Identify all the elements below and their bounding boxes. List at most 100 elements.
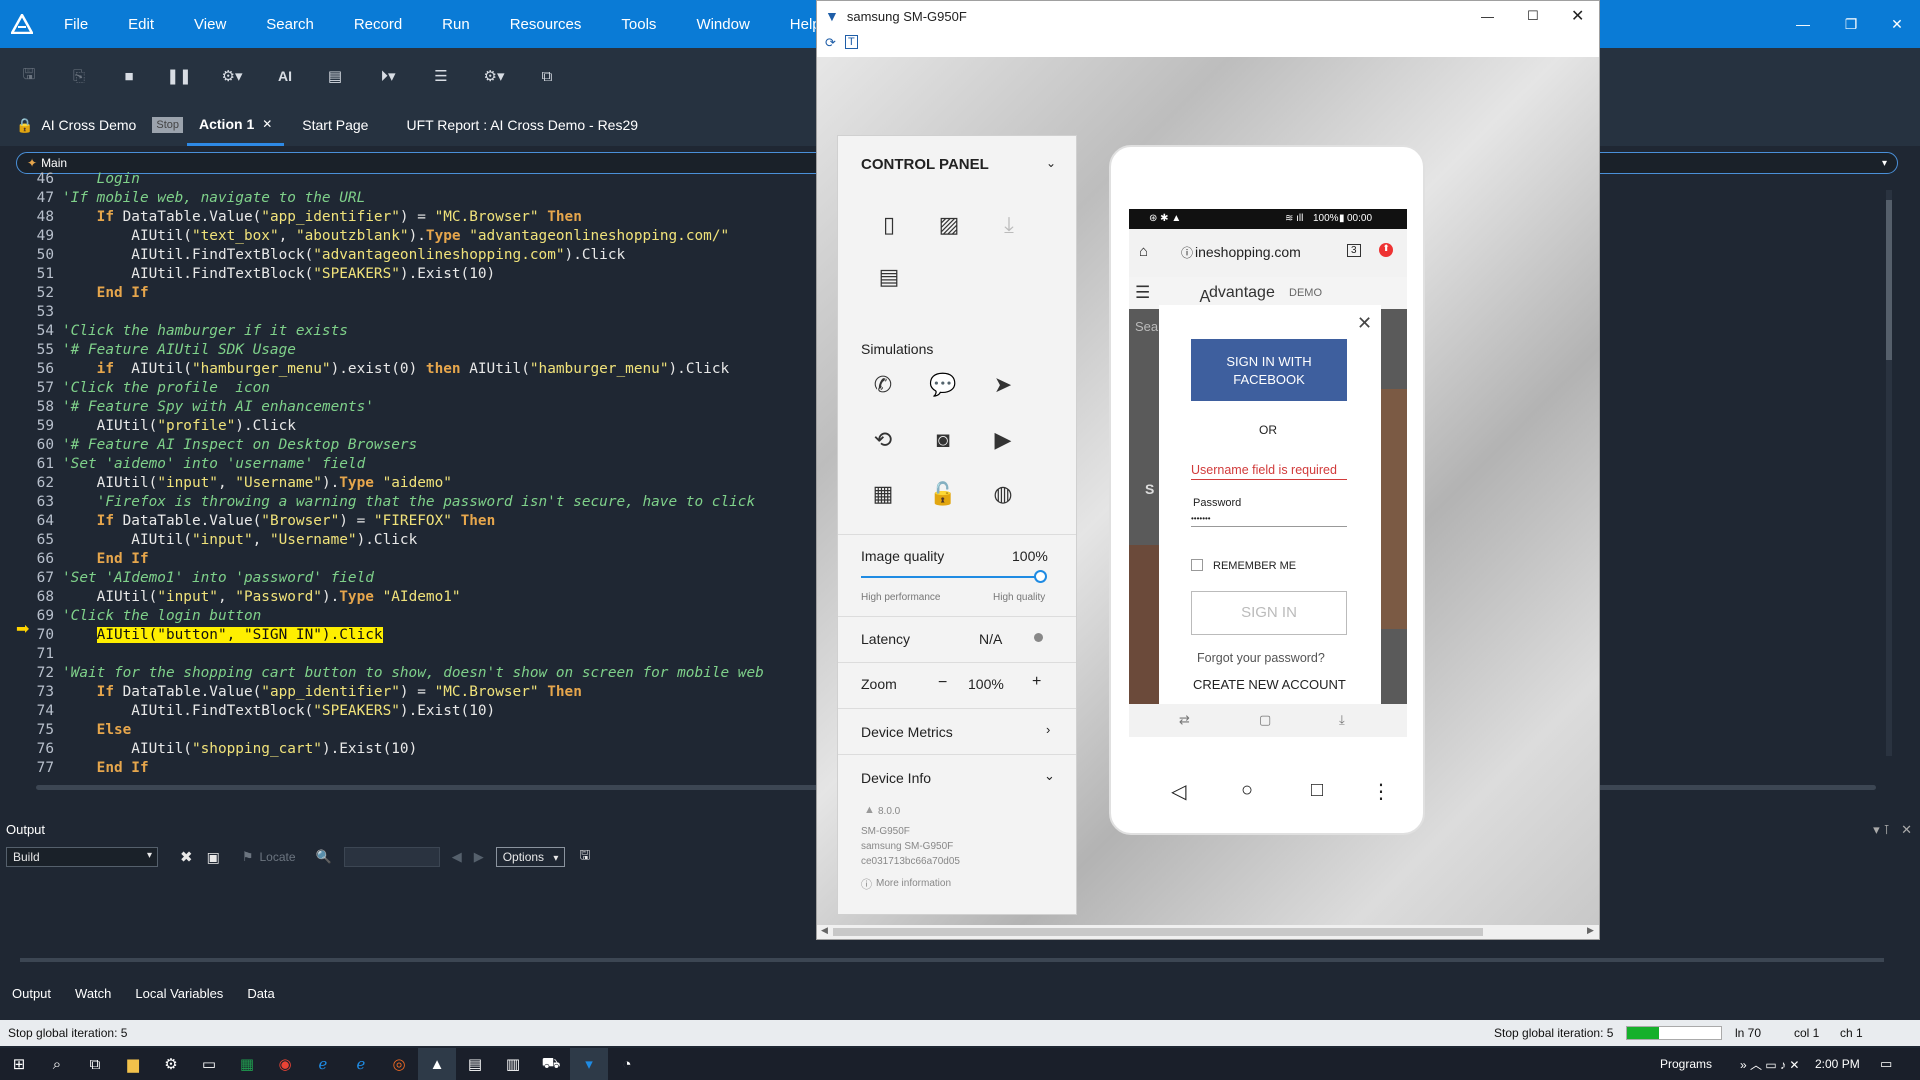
code-line[interactable]: 65 AIUtil("input", "Username").Click: [16, 531, 816, 550]
code-line[interactable]: 70 AIUtil("button", "SIGN IN").Click: [16, 626, 816, 645]
copy-icon[interactable]: ▣: [207, 849, 220, 866]
close-panel-icon[interactable]: ✕: [1901, 822, 1912, 838]
device-info-section[interactable]: Device Info: [861, 770, 931, 786]
qr-code-icon[interactable]: ▦: [868, 479, 898, 509]
chrome-icon[interactable]: ◉: [266, 1048, 304, 1080]
output-search-input[interactable]: [343, 847, 440, 867]
tray-icons[interactable]: » ︿ ▭ ♪ ✕: [1740, 1056, 1799, 1073]
network-app-icon[interactable]: ▤: [456, 1048, 494, 1080]
code-line[interactable]: 48 If DataTable.Value("app_identifier") …: [16, 208, 816, 227]
locate-button[interactable]: Locate: [259, 850, 295, 864]
hamburger-icon[interactable]: ☰: [1135, 283, 1150, 303]
tab-report[interactable]: UFT Report : AI Cross Demo - Res29: [380, 104, 650, 146]
location-icon[interactable]: ➤: [988, 370, 1018, 400]
code-line[interactable]: 57 'Click the profile icon: [16, 379, 816, 398]
code-line[interactable]: 46 Login: [16, 170, 816, 189]
clock-app-icon[interactable]: ◔: [608, 1048, 646, 1080]
mobile-center-icon[interactable]: ▾: [570, 1048, 608, 1080]
code-line[interactable]: 49 AIUtil("text_box", "aboutzblank").Typ…: [16, 227, 816, 246]
tabs-count-button[interactable]: 3: [1347, 244, 1361, 257]
back-browser-icon[interactable]: ⇄: [1179, 712, 1190, 728]
save-icon[interactable]: 🖫: [14, 61, 44, 91]
clear-icon[interactable]: ✖: [180, 848, 193, 866]
window-icon[interactable]: ⧉: [532, 61, 562, 91]
zoom-in-button[interactable]: +: [1032, 673, 1041, 691]
pin-icon[interactable]: ▾ ⊺: [1873, 822, 1890, 838]
code-line[interactable]: 59 AIUtil("profile").Click: [16, 417, 816, 436]
more-information-link[interactable]: More information: [876, 878, 951, 889]
password-field[interactable]: •••••••: [1191, 509, 1347, 527]
phone-call-icon[interactable]: ✆: [868, 370, 898, 400]
app-icon[interactable]: ⚙: [152, 1048, 190, 1080]
chevron-down-icon[interactable]: ⌄: [1044, 768, 1055, 784]
stop-button[interactable]: ■: [114, 61, 144, 91]
bottom-tab-local-variables[interactable]: Local Variables: [123, 986, 235, 1001]
ie-icon[interactable]: ℯ: [304, 1048, 342, 1080]
zoom-out-button[interactable]: −: [938, 674, 947, 692]
code-line[interactable]: 66 End If: [16, 550, 816, 569]
menu-resources[interactable]: Resources: [490, 16, 602, 33]
url-bar[interactable]: ineshopping.com: [1195, 244, 1301, 260]
code-line[interactable]: 55 '# Feature AIUtil SDK Usage: [16, 341, 816, 360]
minimize-icon[interactable]: —: [1780, 0, 1826, 48]
minimize-icon[interactable]: —: [1481, 9, 1494, 24]
home-button-icon[interactable]: ○: [1241, 779, 1253, 802]
list-icon[interactable]: ☰: [426, 61, 456, 91]
download-icon[interactable]: ⤓: [1339, 712, 1345, 728]
menu-edit[interactable]: Edit: [108, 16, 174, 33]
code-line[interactable]: 69 'Click the login button: [16, 607, 816, 626]
menu-view[interactable]: View: [174, 16, 246, 33]
image-icon[interactable]: ▨: [934, 210, 964, 240]
code-line[interactable]: 62 AIUtil("input", "Username").Type "aid…: [16, 474, 816, 493]
task-view-icon[interactable]: ⧉: [76, 1048, 114, 1080]
menu-record[interactable]: Record: [334, 16, 422, 33]
code-line[interactable]: 56 if AIUtil("hamburger_menu").exist(0) …: [16, 360, 816, 379]
maximize-icon[interactable]: ☐: [1527, 8, 1539, 24]
app-window-icon[interactable]: ▥: [494, 1048, 532, 1080]
remember-me-checkbox[interactable]: [1191, 559, 1203, 571]
build-select[interactable]: Build ▾: [6, 847, 158, 867]
close-tab-icon[interactable]: ✕: [262, 117, 272, 131]
menu-run[interactable]: Run: [422, 16, 490, 33]
more-vertical-icon[interactable]: ⋮: [1371, 779, 1391, 804]
create-account-link[interactable]: CREATE NEW ACCOUNT: [1193, 677, 1346, 692]
install-app-icon[interactable]: ▤: [874, 262, 904, 292]
tab-start-page[interactable]: Start Page: [284, 104, 380, 146]
fingerprint-unlock-icon[interactable]: 🔓: [928, 479, 958, 509]
network-icon[interactable]: ◍: [988, 479, 1018, 509]
output-scrollbar[interactable]: [20, 958, 1884, 962]
recents-icon[interactable]: □: [1311, 779, 1323, 802]
tab-solution[interactable]: 🔒 AI Cross Demo: [0, 104, 148, 146]
forgot-password-link[interactable]: Forgot your password?: [1197, 651, 1325, 665]
prev-icon[interactable]: ◀: [452, 849, 462, 865]
start-icon[interactable]: ⊞: [0, 1048, 38, 1080]
clock[interactable]: 2:00 PM: [1815, 1057, 1860, 1071]
signin-button[interactable]: SIGN IN: [1191, 591, 1347, 635]
download-icon[interactable]: ⤓: [994, 210, 1024, 240]
refresh-icon[interactable]: ⟳: [825, 35, 836, 51]
image-quality-slider[interactable]: [861, 570, 1047, 583]
vertical-scrollbar[interactable]: [1886, 190, 1892, 756]
ai-button[interactable]: AI: [270, 61, 300, 91]
run-from-step-icon[interactable]: ⏵▾: [370, 61, 406, 91]
rotate-icon[interactable]: ⟲: [868, 425, 898, 455]
search-icon[interactable]: ⌕: [38, 1048, 76, 1080]
menu-file[interactable]: File: [44, 16, 108, 33]
record-options-icon[interactable]: ⚙▾: [214, 61, 250, 91]
code-line[interactable]: 50 AIUtil.FindTextBlock("advantageonline…: [16, 246, 816, 265]
code-line[interactable]: 53: [16, 303, 816, 322]
phone-screen[interactable]: ⊛ ✱ ▲ ≋ ıll 100% ▮ 00:00 ⌂ ⓘ ineshopping…: [1129, 209, 1407, 737]
code-line[interactable]: 58 '# Feature Spy with AI enhancements': [16, 398, 816, 417]
code-line[interactable]: 71: [16, 645, 816, 664]
car-icon[interactable]: ⛟: [532, 1048, 570, 1080]
code-line[interactable]: 47 'If mobile web, navigate to the URL: [16, 189, 816, 208]
code-line[interactable]: 72 'Wait for the shopping cart button to …: [16, 664, 816, 683]
tab-action-1[interactable]: Action 1 ✕: [187, 104, 285, 146]
camera-icon[interactable]: ◙: [928, 425, 958, 455]
save-all-icon[interactable]: ⎘: [64, 61, 94, 91]
code-line[interactable]: 61 'Set 'aidemo' into 'username' field: [16, 455, 816, 474]
options-button[interactable]: Options ▾: [495, 847, 566, 867]
edge-icon[interactable]: ℯ: [342, 1048, 380, 1080]
code-line[interactable]: 73 If DataTable.Value("app_identifier") …: [16, 683, 816, 702]
device-metrics-section[interactable]: Device Metrics: [861, 724, 953, 740]
